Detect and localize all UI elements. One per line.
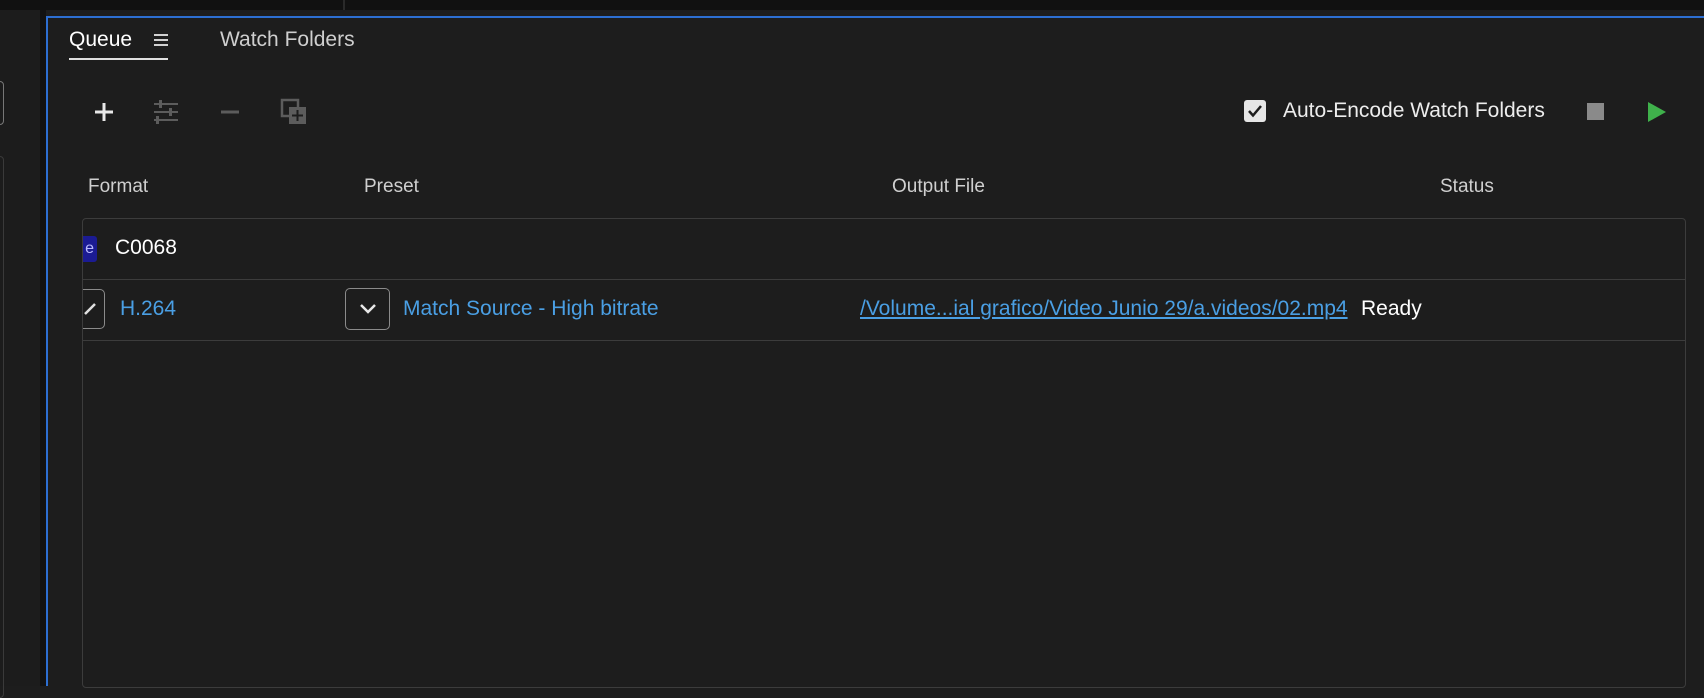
- duplicate-icon: [280, 98, 306, 124]
- left-panel: [0, 10, 40, 698]
- tab-watch-folders[interactable]: Watch Folders: [220, 28, 355, 52]
- stop-icon[interactable]: [1587, 103, 1604, 120]
- auto-encode-label: Auto-Encode Watch Folders: [1283, 99, 1545, 122]
- minus-icon: [221, 110, 239, 114]
- queue-panel: Queue Watch Folders Auto-Encode Watch Fo…: [46, 16, 1704, 688]
- preset-dropdown[interactable]: [345, 288, 390, 330]
- preset-link[interactable]: Match Source - High bitrate: [403, 297, 659, 321]
- column-headers: Format Preset Output File Status: [48, 176, 1704, 206]
- left-panel-list: [0, 156, 4, 698]
- remove-button[interactable]: [212, 94, 248, 130]
- sliders-icon: [154, 100, 178, 124]
- output-file-link[interactable]: /Volume...ial grafico/Video Junio 29/a.v…: [860, 297, 1348, 321]
- chevron-down-icon: [359, 304, 376, 314]
- panel-tabs: Queue Watch Folders: [48, 18, 1704, 62]
- column-header-output-file[interactable]: Output File: [892, 176, 985, 198]
- top-divider: [343, 0, 345, 10]
- source-name: C0068: [115, 236, 177, 259]
- tab-queue-label: Queue: [69, 28, 133, 51]
- source-app-badge: e: [83, 236, 97, 262]
- column-header-format[interactable]: Format: [88, 176, 148, 198]
- format-dropdown[interactable]: [83, 289, 105, 329]
- status-label: Ready: [1361, 297, 1422, 320]
- top-bar: [0, 0, 1704, 10]
- tab-queue[interactable]: Queue: [69, 28, 168, 60]
- plus-icon: [95, 103, 113, 121]
- play-icon[interactable]: [1648, 102, 1666, 122]
- queue-list: e C0068 H.264 Match Source - High bitrat…: [82, 218, 1686, 688]
- add-source-button[interactable]: [86, 94, 122, 130]
- auto-encode-checkbox[interactable]: [1244, 100, 1266, 122]
- encode-item-row[interactable]: H.264 Match Source - High bitrate /Volum…: [83, 279, 1685, 341]
- settings-button[interactable]: [148, 94, 184, 130]
- source-row[interactable]: e C0068: [83, 219, 1685, 280]
- column-header-status[interactable]: Status: [1440, 176, 1494, 198]
- left-panel-control[interactable]: [0, 81, 4, 125]
- hamburger-menu-icon[interactable]: [153, 31, 168, 49]
- duplicate-button[interactable]: [276, 94, 312, 130]
- chevron-down-icon: [84, 303, 96, 315]
- checkmark-icon: [1248, 105, 1262, 118]
- format-link[interactable]: H.264: [120, 297, 176, 321]
- column-header-preset[interactable]: Preset: [364, 176, 419, 198]
- auto-encode-toggle[interactable]: Auto-Encode Watch Folders: [1244, 99, 1545, 123]
